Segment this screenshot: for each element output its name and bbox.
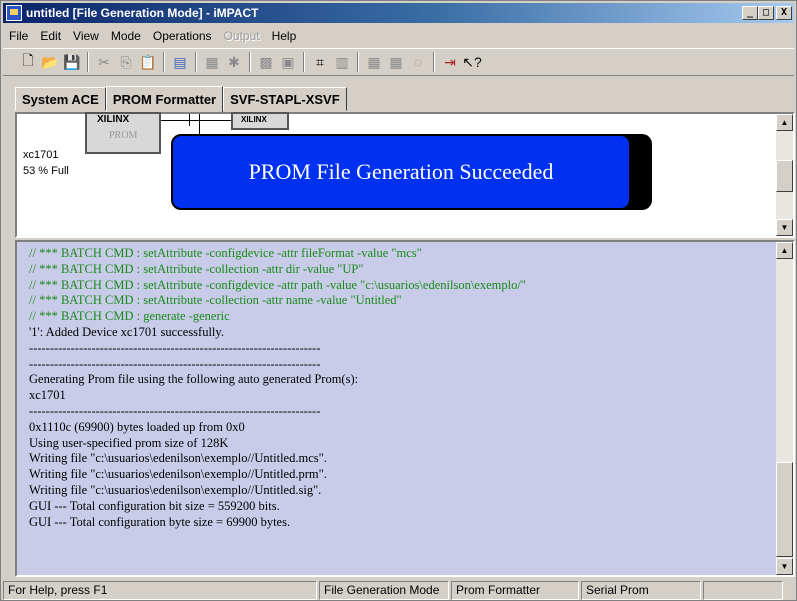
log-line: // *** BATCH CMD : setAttribute -collect… xyxy=(29,293,402,308)
menu-file[interactable]: File xyxy=(3,29,34,43)
scroll-thumb[interactable] xyxy=(776,462,793,557)
minimize-button[interactable]: _ xyxy=(742,6,758,20)
toolbar-separator xyxy=(303,52,305,72)
status-help: For Help, press F1 xyxy=(3,581,317,600)
toolbar-separator xyxy=(195,52,197,72)
help-pointer-icon[interactable]: ↖? xyxy=(461,51,483,73)
log-line: xc1701 xyxy=(29,388,66,403)
toolbar: 🗋 📂 💾 ✂ ⎘ 📋 ▤ ▦ ✱ ▩ ▣ ⌗ ▥ ▦ ▦ ◌ ⇥ ↖? xyxy=(3,48,794,76)
impact-window: untitled [File Generation Mode] - iMPACT… xyxy=(0,0,797,601)
device-fill: 53 % Full xyxy=(23,165,69,177)
log-line: // *** BATCH CMD : setAttribute -configd… xyxy=(29,277,526,292)
table-icon[interactable]: ▥ xyxy=(331,51,353,73)
status-prom: Serial Prom xyxy=(581,581,701,600)
copy-icon[interactable]: ⎘ xyxy=(115,51,137,73)
tab-bar: System ACE PROM Formatter SVF-STAPL-XSVF xyxy=(15,85,347,112)
log-line: // *** BATCH CMD : generate -generic xyxy=(29,309,230,324)
chain-line xyxy=(161,120,231,121)
prom-chip[interactable]: XILINX PROM xyxy=(85,112,161,154)
log-line: Using user-specified prom size of 128K xyxy=(29,435,229,450)
prom-label: PROM xyxy=(109,130,138,141)
log-line: 0x1110c (69900) bytes loaded up from 0x0 xyxy=(29,419,245,434)
top-scrollbar[interactable]: ▲ ▼ xyxy=(776,114,793,236)
close-button[interactable]: X xyxy=(776,6,792,20)
tab-svf-stapl-xsvf[interactable]: SVF-STAPL-XSVF xyxy=(223,87,347,111)
new-icon[interactable]: 🗋 xyxy=(17,51,39,73)
console-log: // *** BATCH CMD : setAttribute -configd… xyxy=(29,246,769,530)
console-panel[interactable]: // *** BATCH CMD : setAttribute -configd… xyxy=(15,240,795,577)
toolbar-separator xyxy=(87,52,89,72)
toolbar-separator xyxy=(357,52,359,72)
open-icon[interactable]: 📂 xyxy=(39,51,61,73)
log-line: ----------------------------------------… xyxy=(29,403,321,418)
log-line: '1': Added Device xc1701 successfully. xyxy=(29,324,224,339)
chain-line xyxy=(189,114,190,126)
second-chip[interactable]: XILINX xyxy=(231,112,289,130)
chain-icon[interactable]: ▦ xyxy=(363,51,385,73)
status-bar: For Help, press F1 File Generation Mode … xyxy=(3,581,794,600)
scroll-down-icon[interactable]: ▼ xyxy=(776,558,793,575)
window-title: untitled [File Generation Mode] - iMPACT xyxy=(26,6,259,20)
menu-help[interactable]: Help xyxy=(266,29,303,43)
prom-icon[interactable]: ▤ xyxy=(169,51,191,73)
restore-button[interactable]: □ xyxy=(758,6,774,20)
menu-bar: File Edit View Mode Operations Output He… xyxy=(3,26,302,46)
log-line: GUI --- Total configuration bit size = 5… xyxy=(29,498,280,513)
scroll-up-icon[interactable]: ▲ xyxy=(776,114,793,131)
save-icon[interactable]: 💾 xyxy=(61,51,83,73)
toolbar-separator xyxy=(433,52,435,72)
scroll-down-icon[interactable]: ▼ xyxy=(776,219,793,236)
tab-system-ace[interactable]: System ACE xyxy=(15,87,106,111)
device-chain-panel[interactable]: XILINX PROM XILINX xc1701 53 % Full PROM… xyxy=(15,112,795,238)
chain2-icon[interactable]: ▦ xyxy=(385,51,407,73)
chip-icon[interactable]: ⌗ xyxy=(309,51,331,73)
log-line: // *** BATCH CMD : setAttribute -configd… xyxy=(29,246,422,260)
success-banner: PROM File Generation Succeeded xyxy=(171,134,631,210)
status-formatter: Prom Formatter xyxy=(451,581,579,600)
log-line: ----------------------------------------… xyxy=(29,356,321,371)
tiles2-icon[interactable]: ▣ xyxy=(277,51,299,73)
status-empty xyxy=(703,581,783,600)
menu-edit[interactable]: Edit xyxy=(34,29,67,43)
exit-icon[interactable]: ⇥ xyxy=(439,51,461,73)
log-line: ----------------------------------------… xyxy=(29,340,321,355)
toolbar-separator xyxy=(163,52,165,72)
console-scrollbar[interactable]: ▲ ▼ xyxy=(776,242,793,575)
menu-mode[interactable]: Mode xyxy=(105,29,147,43)
grid-icon[interactable]: ▦ xyxy=(201,51,223,73)
tab-prom-formatter[interactable]: PROM Formatter xyxy=(105,86,224,112)
cross-grid-icon[interactable]: ✱ xyxy=(223,51,245,73)
paste-icon[interactable]: 📋 xyxy=(137,51,159,73)
toolbar-separator xyxy=(249,52,251,72)
device-name: xc1701 xyxy=(23,149,59,161)
menu-view[interactable]: View xyxy=(67,29,105,43)
log-line: GUI --- Total configuration byte size = … xyxy=(29,514,291,529)
menu-output[interactable]: Output xyxy=(218,29,266,43)
xilinx-logo: XILINX xyxy=(97,114,130,125)
circle-icon[interactable]: ◌ xyxy=(407,51,429,73)
xilinx-logo: XILINX xyxy=(241,115,267,124)
tiles-icon[interactable]: ▩ xyxy=(255,51,277,73)
cut-icon[interactable]: ✂ xyxy=(93,51,115,73)
menu-operations[interactable]: Operations xyxy=(147,29,218,43)
log-line: Writing file "c:\usuarios\edenilson\exem… xyxy=(29,482,322,497)
log-line: Writing file "c:\usuarios\edenilson\exem… xyxy=(29,467,327,482)
status-mode: File Generation Mode xyxy=(319,581,449,600)
scroll-up-icon[interactable]: ▲ xyxy=(776,242,793,259)
log-line: // *** BATCH CMD : setAttribute -collect… xyxy=(29,261,364,276)
log-line: Writing file "c:\usuarios\edenilson\exem… xyxy=(29,451,327,466)
app-icon[interactable] xyxy=(6,5,22,21)
scroll-thumb[interactable] xyxy=(776,160,793,192)
log-line: Generating Prom file using the following… xyxy=(29,372,359,387)
title-bar: untitled [File Generation Mode] - iMPACT… xyxy=(3,3,794,23)
